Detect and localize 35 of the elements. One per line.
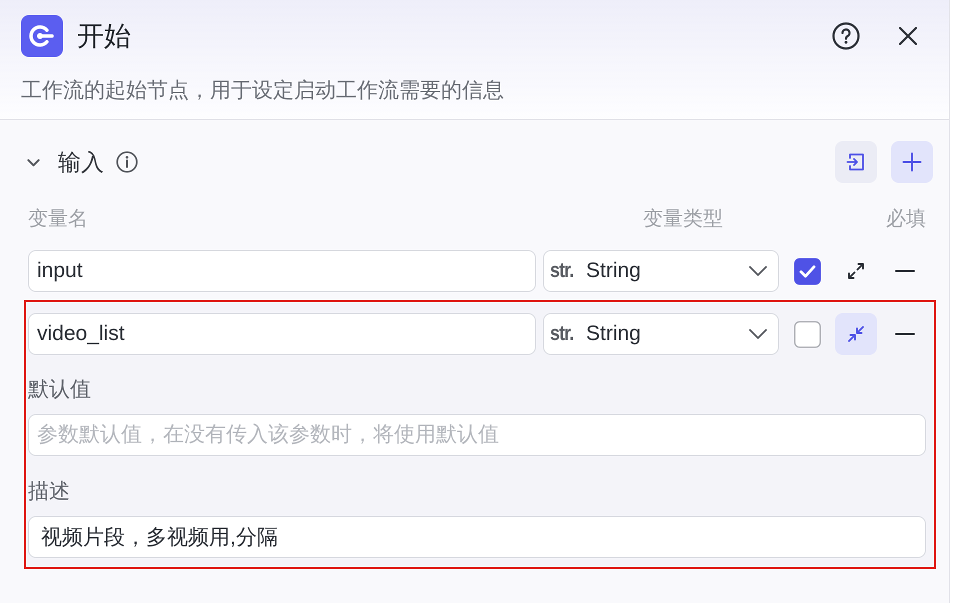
minus-icon [895,270,915,272]
required-checkbox[interactable] [794,258,821,284]
column-header: 变量类型 [643,207,724,232]
variable-name-field[interactable]: input [28,250,536,292]
import-button[interactable] [835,141,877,183]
add-button[interactable] [891,141,933,183]
expand-icon [847,262,865,280]
plus-icon [902,152,922,172]
type-value: String [586,322,641,346]
close-icon[interactable] [898,26,918,46]
collapse-icon [847,325,865,343]
chevron-down-icon [749,266,767,276]
description-label: 描述 [28,480,71,504]
column-header: 变量名 [28,207,89,232]
help-icon[interactable] [832,22,860,50]
type-value: String [586,259,641,283]
import-icon [846,152,866,172]
type-prefix: str. [550,259,574,283]
variable-name-field[interactable]: video_list [28,313,536,355]
node-title: 开始 [77,20,131,53]
chevron-down-icon [749,329,767,339]
collapse-button[interactable] [835,313,877,355]
default-value-label: 默认值 [28,378,92,402]
type-prefix: str. [550,322,574,346]
info-icon[interactable] [116,151,138,173]
start-node-icon [21,15,63,57]
node-description: 工作流的起始节点，用于设定启动工作流需要的信息 [21,79,505,103]
column-header: 必填 [886,207,926,232]
required-checkbox[interactable] [794,320,821,348]
section-title: 输入 [58,148,104,177]
variable-type-select[interactable]: str. String [543,250,779,292]
variable-type-select[interactable]: str. String [543,313,779,355]
description-field[interactable]: 视频片段，多视频用,分隔 [28,516,926,558]
default-value-field[interactable]: 参数默认值，在没有传入该参数时，将使用默认值 [28,414,926,456]
minus-icon [895,333,915,335]
